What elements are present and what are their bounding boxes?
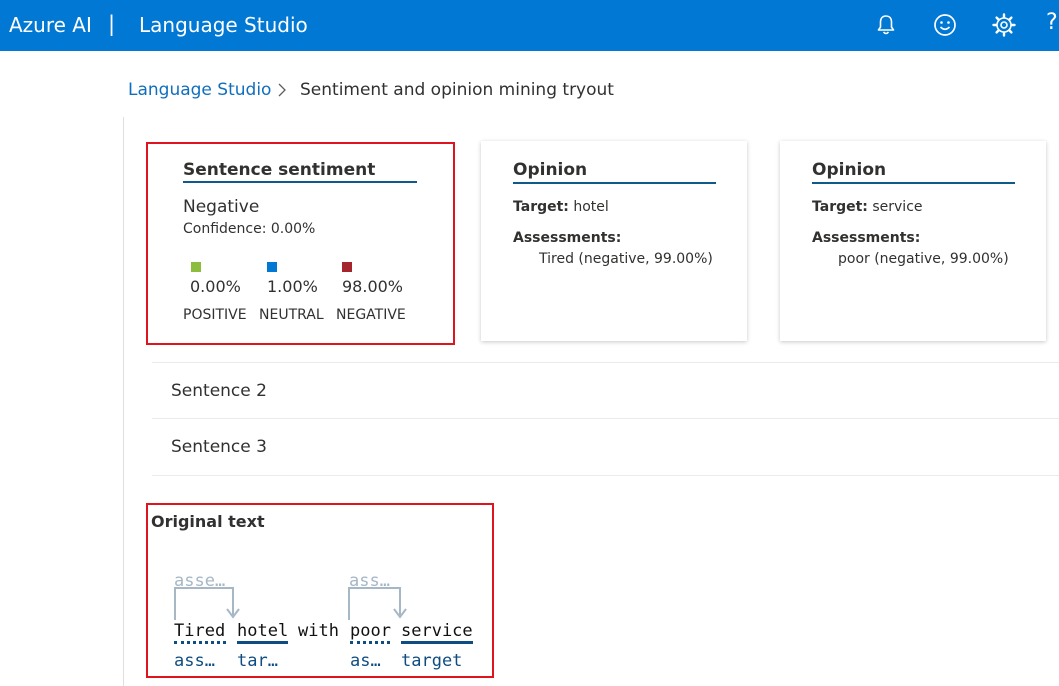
target-label: Target: <box>513 199 569 215</box>
tag-target-2: target <box>401 651 463 671</box>
help-icon[interactable]: ? <box>1046 10 1058 35</box>
opinion-title: Opinion <box>812 160 887 180</box>
target-underline <box>401 641 473 644</box>
tag-assessment-1: ass… <box>174 651 215 671</box>
top-bar: Azure AI | Language Studio ? <box>0 0 1059 51</box>
tag-assessment-2: as… <box>350 651 381 671</box>
arc-label-assessment-1: asse… <box>174 571 226 591</box>
negative-legend-swatch <box>342 262 352 272</box>
brand-label[interactable]: Azure AI <box>9 13 92 37</box>
token-service[interactable]: service <box>401 621 473 641</box>
assessments-label: Assessments: <box>812 230 921 246</box>
sentence-label: Sentence 3 <box>171 437 267 457</box>
title-underline <box>513 182 716 184</box>
neutral-legend-swatch <box>267 262 277 272</box>
settings-gear-icon[interactable] <box>991 12 1017 38</box>
neutral-category: NEUTRAL <box>259 307 324 323</box>
opinion-card-service: Opinion Target: service Assessments: poo… <box>780 141 1046 341</box>
sentence-label: Sentence 2 <box>171 381 267 401</box>
title-underline <box>812 182 1015 184</box>
positive-category: POSITIVE <box>183 307 247 323</box>
assessment-underline <box>174 641 226 644</box>
title-underline <box>183 181 417 183</box>
token-hotel[interactable]: hotel <box>237 621 288 641</box>
neutral-score: 1.00% <box>267 277 318 296</box>
assessments-label: Assessments: <box>513 230 622 246</box>
negative-category: NEGATIVE <box>336 307 406 323</box>
sentence-row-2[interactable]: Sentence 2 <box>152 362 1059 419</box>
sentence-sentiment-title: Sentence sentiment <box>183 160 376 180</box>
target-value: service <box>872 199 923 215</box>
sentiment-label: Negative <box>183 197 260 217</box>
token-poor[interactable]: poor <box>350 621 391 641</box>
confidence-text: Confidence: 0.00% <box>183 221 316 237</box>
opinion-card-hotel: Opinion Target: hotel Assessments: Tired… <box>481 141 747 341</box>
assessment-item: Tired (negative, 99.00%) <box>539 251 713 267</box>
target-value: hotel <box>573 199 609 215</box>
content-divider <box>123 117 124 686</box>
breadcrumb: Language Studio Sentiment and opinion mi… <box>128 80 614 100</box>
assessment-item: poor (negative, 99.00%) <box>838 251 1009 267</box>
opinion-target: Target: hotel <box>513 199 609 215</box>
assessment-underline <box>350 641 390 644</box>
positive-legend-swatch <box>191 262 201 272</box>
feedback-smiley-icon[interactable] <box>932 12 958 38</box>
sentence-row-3[interactable]: Sentence 3 <box>152 418 1059 476</box>
breadcrumb-root-link[interactable]: Language Studio <box>128 80 271 100</box>
positive-score: 0.00% <box>190 277 241 296</box>
opinion-target: Target: service <box>812 199 923 215</box>
target-underline <box>237 641 288 644</box>
tag-target-1: tar… <box>237 651 278 671</box>
breadcrumb-current: Sentiment and opinion mining tryout <box>300 80 614 100</box>
token-with: with <box>298 621 339 641</box>
header-separator: | <box>108 12 116 36</box>
original-text-title: Original text <box>151 512 265 531</box>
chevron-right-icon <box>276 80 288 105</box>
opinion-title: Opinion <box>513 160 588 180</box>
target-label: Target: <box>812 199 868 215</box>
bell-icon[interactable] <box>873 12 899 38</box>
token-tired[interactable]: Tired <box>174 621 225 641</box>
arc-label-assessment-2: ass… <box>349 571 390 591</box>
product-name[interactable]: Language Studio <box>139 13 308 37</box>
negative-score: 98.00% <box>342 277 404 296</box>
